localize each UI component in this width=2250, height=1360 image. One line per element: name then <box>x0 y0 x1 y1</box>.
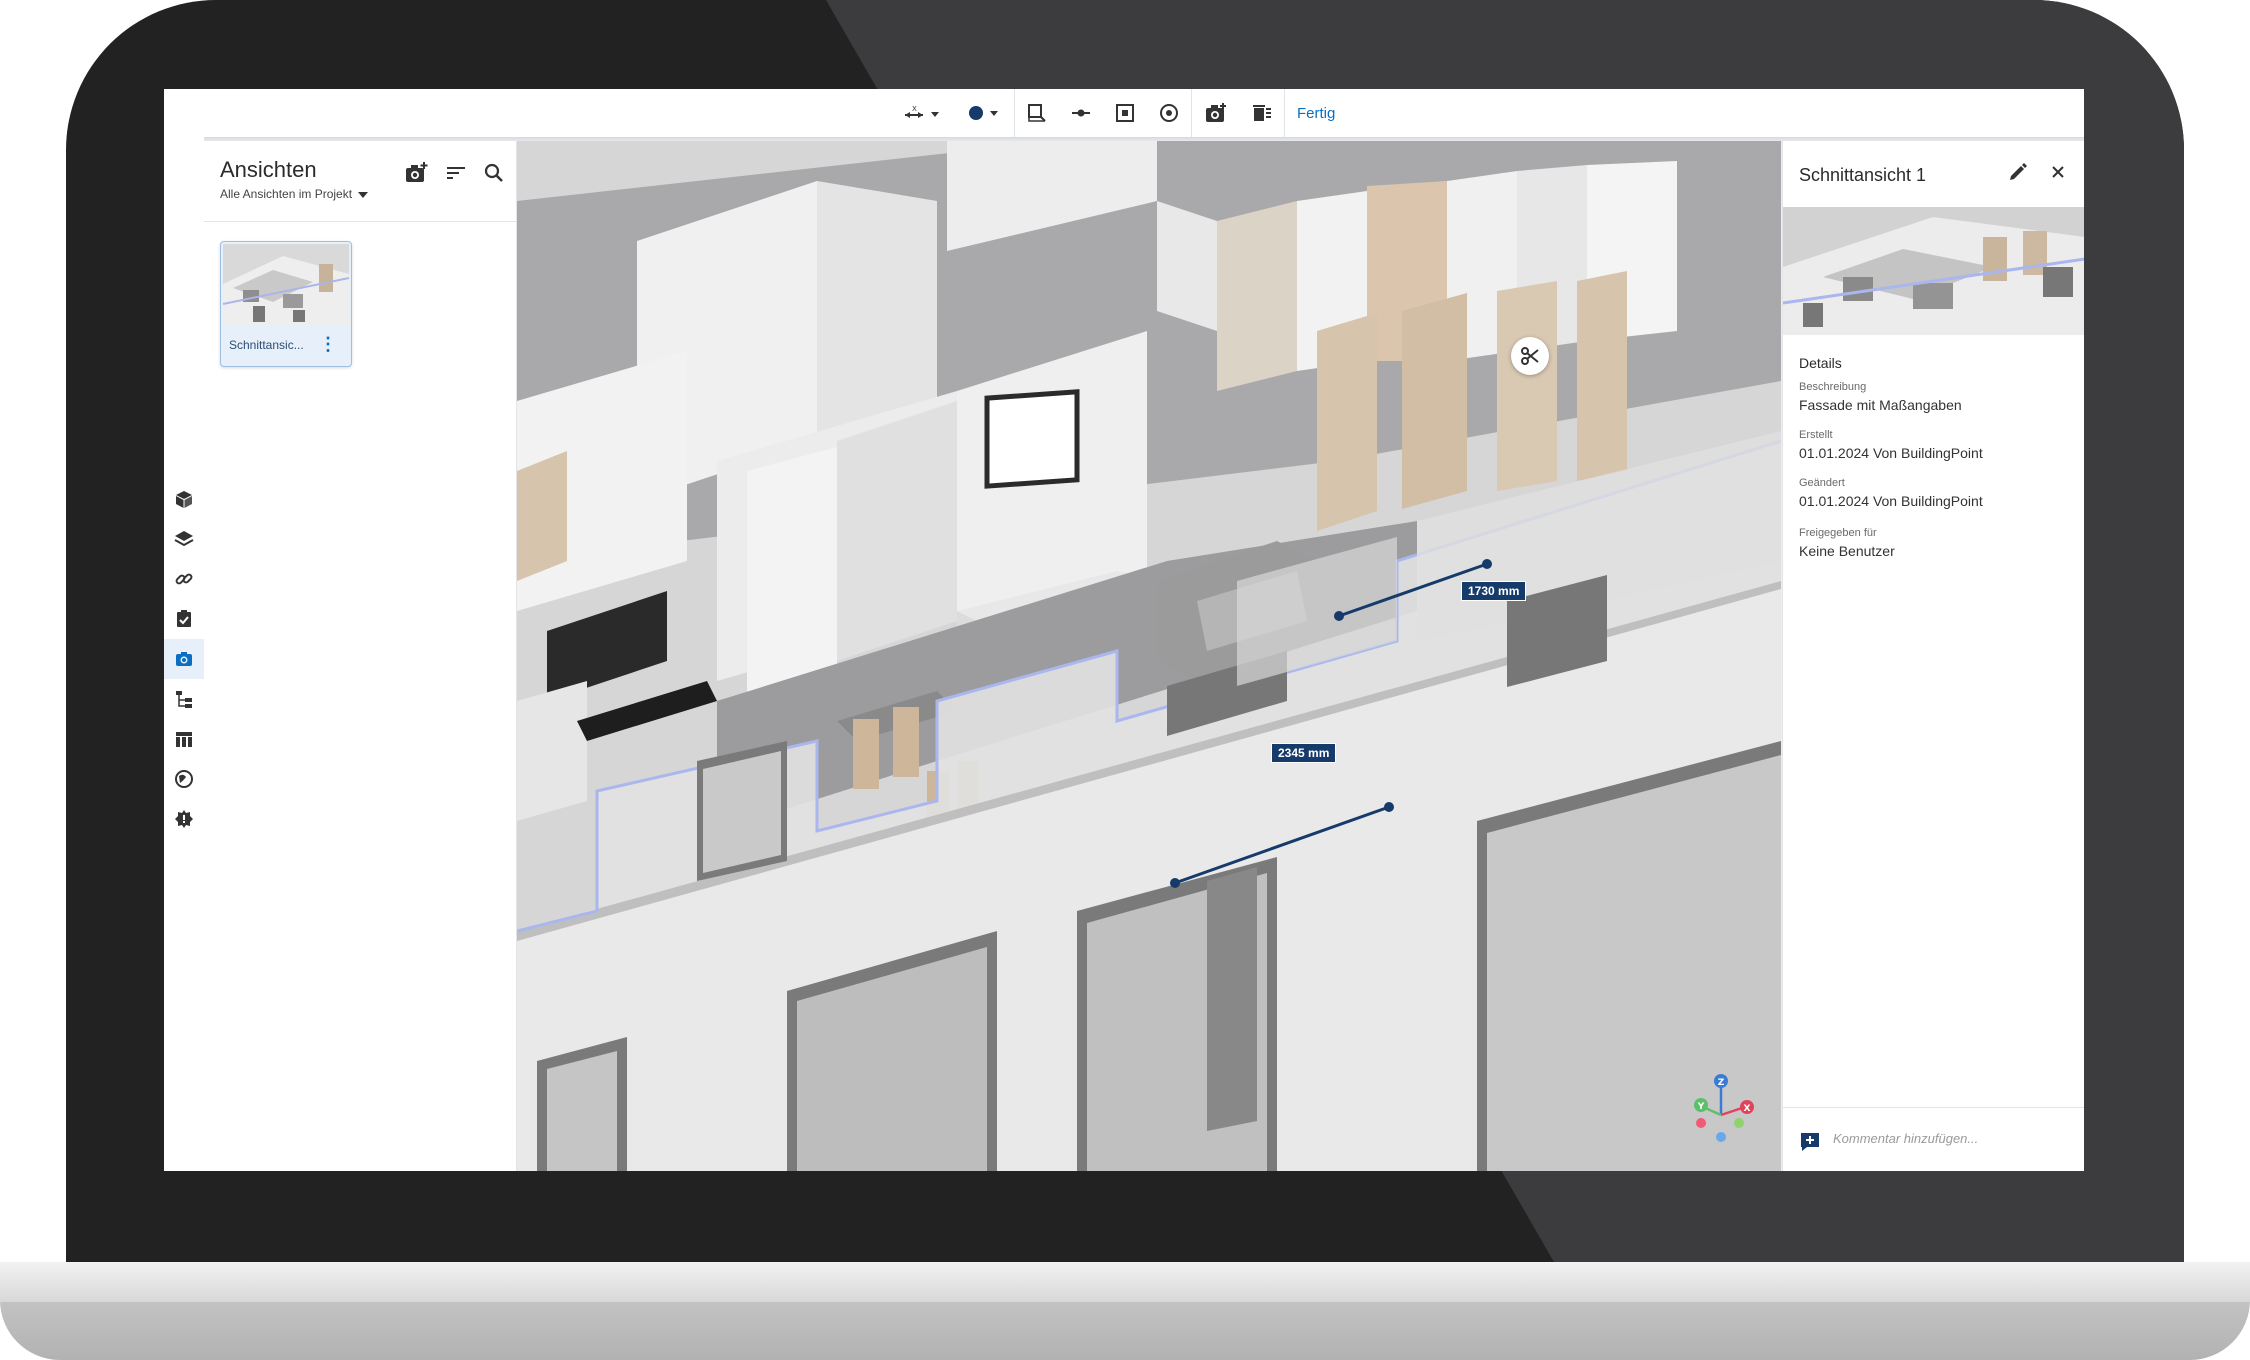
top-toolbar: X Fertig <box>164 89 2084 138</box>
close-icon[interactable] <box>2047 161 2069 183</box>
section-box-button[interactable] <box>1015 89 1059 137</box>
laptop-base-lip <box>0 1262 2250 1302</box>
view-card-label: Schnittansic... <box>229 338 304 352</box>
measurement-label[interactable]: 2345 mm <box>1271 743 1337 763</box>
measurement-label[interactable]: 1730 mm <box>1461 581 1527 601</box>
cube-icon <box>176 491 192 508</box>
section-line-icon <box>1072 109 1090 117</box>
panel-title: Ansichten <box>220 157 317 182</box>
axis-gizmo[interactable]: Z X Y <box>1683 1071 1763 1151</box>
panel-divider <box>204 221 516 222</box>
shared-label: Freigegeben für <box>1799 527 1877 539</box>
view-title: Schnittansicht 1 <box>1799 165 1927 185</box>
description-value: Fassade mit Maßangaben <box>1799 397 1962 413</box>
delete-icon <box>1253 105 1271 121</box>
sort-icon[interactable] <box>444 161 468 185</box>
panel-actions <box>404 161 506 185</box>
section-box-icon <box>1028 104 1046 122</box>
done-button[interactable]: Fertig <box>1285 89 1347 137</box>
comment-input[interactable]: Kommentar hinzufügen... <box>1833 1131 1978 1146</box>
axis-x-label: X <box>1744 1104 1751 1114</box>
camera-icon <box>176 652 192 666</box>
views-filter-dropdown[interactable]: Alle Ansichten im Projekt <box>220 187 369 201</box>
color-dot-icon <box>969 106 998 120</box>
rail-table-button[interactable] <box>164 719 204 759</box>
rail-tasks-button[interactable] <box>164 599 204 639</box>
app-screen: X Fertig Ansichten Alle Ansichten im Pro… <box>164 89 2084 1171</box>
3d-viewport[interactable]: 1730 mm 2345 mm Z X Y <box>517 141 1781 1171</box>
axis-z-label: Z <box>1718 1078 1725 1088</box>
rail-hierarchy-button[interactable] <box>164 679 204 719</box>
cut-plane-handle[interactable] <box>1511 337 1549 375</box>
rail-settings-button[interactable] <box>164 799 204 839</box>
description-label: Beschreibung <box>1799 381 1867 393</box>
toolbar-tools: X Fertig <box>892 89 1347 137</box>
more-vertical-icon[interactable]: ⋮ <box>319 334 337 355</box>
laptop-mockup: X Fertig Ansichten Alle Ansichten im Pro… <box>0 0 2250 1360</box>
rail-globe-button[interactable] <box>164 759 204 799</box>
view-preview-image <box>1783 207 2084 335</box>
left-icon-rail <box>164 137 205 1171</box>
section-plane-icon <box>1116 104 1134 122</box>
delete-sections-button[interactable] <box>1240 89 1284 137</box>
view-thumbnail <box>223 244 349 326</box>
modified-label: Geändert <box>1799 477 1845 489</box>
hierarchy-icon <box>176 691 192 708</box>
views-panel: Ansichten Alle Ansichten im Projekt Schn… <box>204 141 517 1171</box>
rail-links-button[interactable] <box>164 559 204 599</box>
camera-add-icon <box>1206 103 1226 122</box>
target-button[interactable] <box>1147 89 1191 137</box>
axis-move-button[interactable]: X <box>892 89 954 137</box>
section-line-button[interactable] <box>1059 89 1103 137</box>
scissors-icon <box>1521 347 1539 365</box>
created-value: 01.01.2024 Von BuildingPoint <box>1799 445 1983 461</box>
building-model-render <box>517 141 1781 1171</box>
comment-divider <box>1783 1107 2084 1108</box>
add-comment-icon[interactable] <box>1799 1131 1821 1153</box>
save-view-button[interactable] <box>1192 89 1240 137</box>
svg-text:X: X <box>912 105 917 113</box>
target-icon <box>1160 104 1178 122</box>
created-label: Erstellt <box>1799 429 1833 441</box>
table-icon <box>176 732 192 747</box>
rail-models-button[interactable] <box>164 479 204 519</box>
shared-value: Keine Benutzer <box>1799 543 1895 559</box>
settings-icon <box>175 810 193 828</box>
layers-icon <box>174 531 194 547</box>
views-filter-label: Alle Ansichten im Projekt <box>220 187 353 201</box>
modified-value: 01.01.2024 Von BuildingPoint <box>1799 493 1983 509</box>
color-picker-button[interactable] <box>954 89 1014 137</box>
section-plane-button[interactable] <box>1103 89 1147 137</box>
search-icon[interactable] <box>482 161 506 185</box>
rail-layers-button[interactable] <box>164 519 204 559</box>
axis-move-icon: X <box>905 105 939 118</box>
camera-add-icon[interactable] <box>404 161 430 185</box>
details-heading: Details <box>1799 355 1842 371</box>
caret-down-icon <box>358 191 369 198</box>
task-icon <box>177 610 191 627</box>
view-details-panel: Schnittansicht 1 Details Beschreibung Fa… <box>1782 141 2084 1171</box>
globe-icon <box>175 770 193 788</box>
axis-y-label: Y <box>1697 1102 1705 1112</box>
rail-views-button[interactable] <box>164 639 204 679</box>
view-card[interactable]: Schnittansic... ⋮ <box>220 241 352 367</box>
edit-icon[interactable] <box>2007 161 2029 183</box>
link-icon <box>175 573 193 585</box>
